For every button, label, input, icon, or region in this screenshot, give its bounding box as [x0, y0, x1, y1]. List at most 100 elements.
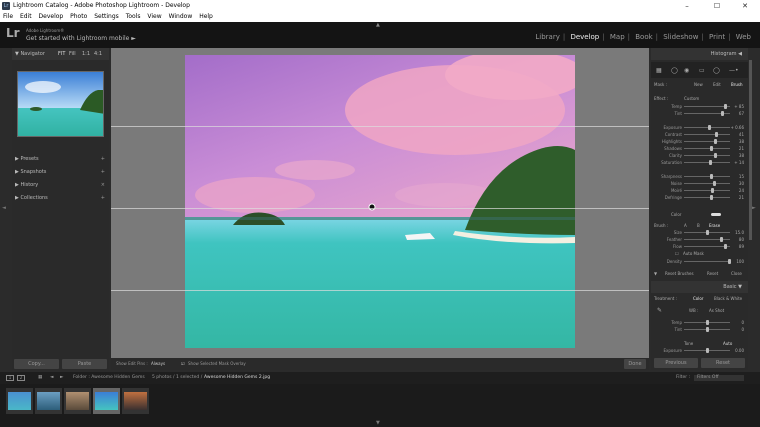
radial-filter-icon[interactable]: ◯: [713, 67, 720, 74]
treatment-color[interactable]: Color: [693, 295, 703, 302]
menu-view[interactable]: View: [147, 13, 161, 20]
effect-slider-value[interactable]: 38: [739, 138, 744, 145]
effect-slider-thumb[interactable]: [710, 174, 713, 179]
menu-edit[interactable]: Edit: [20, 13, 32, 20]
menu-window[interactable]: Window: [169, 13, 193, 20]
close-button-tool[interactable]: Close: [731, 270, 742, 277]
module-map[interactable]: Map: [610, 33, 625, 41]
adjustment-brush-icon[interactable]: —•: [729, 67, 739, 74]
brush-a[interactable]: A: [684, 222, 687, 229]
show-edit-pins-select[interactable]: Always: [151, 358, 165, 370]
maximize-button[interactable]: ☐: [702, 0, 732, 12]
navigator-preview[interactable]: [17, 71, 104, 137]
brush-flow-value[interactable]: 89: [739, 243, 744, 250]
effect-slider-value[interactable]: 30: [739, 180, 744, 187]
module-slideshow[interactable]: Slideshow: [663, 33, 698, 41]
menu-settings[interactable]: Settings: [94, 13, 119, 20]
menu-file[interactable]: File: [3, 13, 13, 20]
effect-slider-thumb[interactable]: [710, 146, 713, 151]
module-book[interactable]: Book: [635, 33, 652, 41]
basic-header[interactable]: Basic ▼: [651, 281, 748, 293]
grid-view-icon[interactable]: ▦: [38, 372, 42, 384]
effect-slider-value[interactable]: 21: [739, 145, 744, 152]
effect-slider-thumb[interactable]: [715, 132, 718, 137]
basic-exposure-track[interactable]: [684, 348, 730, 353]
spot-removal-icon[interactable]: ◯: [671, 67, 678, 74]
basic-tint-value[interactable]: 0: [741, 326, 744, 333]
reset-brushes-button[interactable]: Reset Brushes: [665, 270, 694, 277]
brush-size-track[interactable]: [684, 230, 730, 235]
brush-density-track[interactable]: [684, 259, 731, 264]
effect-slider-value[interactable]: 15: [739, 173, 744, 180]
basic-temp-thumb[interactable]: [706, 320, 709, 325]
view-2-button[interactable]: 2: [17, 375, 25, 381]
reset-all-button[interactable]: Reset: [701, 358, 745, 368]
zoom-fill[interactable]: Fill: [69, 48, 76, 60]
filmstrip-thumb-1[interactable]: [6, 388, 33, 414]
module-develop[interactable]: Develop: [570, 33, 599, 41]
left-collapse-arrow-icon[interactable]: ◄: [2, 205, 6, 211]
mask-edit[interactable]: Edit: [713, 81, 721, 88]
effect-slider-thumb[interactable]: [714, 153, 717, 158]
effect-slider-track[interactable]: [684, 160, 730, 165]
effect-slider-track[interactable]: [684, 111, 730, 116]
effect-slider-thumb[interactable]: [713, 181, 716, 186]
forward-arrow-icon[interactable]: ►: [60, 372, 63, 384]
right-panel-scrollbar[interactable]: [749, 60, 752, 240]
back-arrow-icon[interactable]: ◄: [50, 372, 53, 384]
brush-flow-track[interactable]: [684, 244, 730, 249]
module-web[interactable]: Web: [736, 33, 751, 41]
clear-history-icon[interactable]: ×: [101, 179, 105, 191]
collapse-tool-icon[interactable]: ▼: [654, 270, 657, 277]
zoom-4-1[interactable]: 4:1: [94, 48, 102, 60]
basic-tint-thumb[interactable]: [706, 327, 709, 332]
previous-button[interactable]: Previous: [654, 358, 698, 368]
add-preset-icon[interactable]: +: [101, 153, 105, 165]
effect-slider-value[interactable]: 21: [739, 194, 744, 201]
right-collapse-arrow-icon[interactable]: ►: [752, 205, 756, 211]
history-header[interactable]: ▶ History ×: [12, 179, 109, 191]
effect-slider-track[interactable]: [684, 146, 730, 151]
effect-slider-value[interactable]: 41: [739, 131, 744, 138]
effect-slider-thumb[interactable]: [714, 139, 717, 144]
brush-feather-thumb[interactable]: [720, 237, 723, 242]
effect-slider-value[interactable]: 38: [739, 152, 744, 159]
brush-density-thumb[interactable]: [728, 259, 731, 264]
effect-slider-track[interactable]: [684, 104, 730, 109]
basic-temp-track[interactable]: [684, 320, 730, 325]
mask-overlay-checkbox[interactable]: ☑: [181, 358, 185, 370]
effect-slider-thumb[interactable]: [709, 160, 712, 165]
basic-exposure-value[interactable]: 0.00: [735, 347, 744, 354]
copy-button[interactable]: Copy...: [14, 359, 59, 369]
paste-button[interactable]: Paste: [62, 359, 107, 369]
minimize-button[interactable]: –: [672, 0, 702, 12]
basic-temp-value[interactable]: 0: [741, 319, 744, 326]
brush-density-value[interactable]: 100: [736, 258, 744, 265]
folder-path[interactable]: Folder : Awesome Hidden Gems: [73, 372, 145, 384]
filmstrip-thumb-4-selected[interactable]: [93, 388, 120, 414]
effect-slider-track[interactable]: [684, 125, 730, 130]
effect-slider-thumb[interactable]: [721, 111, 724, 116]
brush-flow-thumb[interactable]: [724, 244, 727, 249]
menu-photo[interactable]: Photo: [70, 13, 87, 20]
brush-feather-value[interactable]: 80: [739, 236, 744, 243]
effect-slider-track[interactable]: [684, 174, 730, 179]
tone-auto-button[interactable]: Auto: [723, 340, 732, 347]
presets-header[interactable]: ▶ Presets +: [12, 153, 109, 165]
brush-b[interactable]: B: [697, 222, 700, 229]
effect-slider-track[interactable]: [684, 139, 730, 144]
effect-slider-value[interactable]: + 85: [734, 103, 744, 110]
graduated-filter-icon[interactable]: ▭: [699, 67, 705, 74]
add-collection-icon[interactable]: +: [101, 192, 105, 204]
histogram-header[interactable]: Histogram ◀: [651, 48, 748, 60]
effect-slider-value[interactable]: 24: [739, 187, 744, 194]
menu-help[interactable]: Help: [199, 13, 213, 20]
effect-slider-thumb[interactable]: [711, 188, 714, 193]
effect-slider-track[interactable]: [684, 181, 730, 186]
effect-slider-thumb[interactable]: [708, 125, 711, 130]
basic-tint-track[interactable]: [684, 327, 730, 332]
brush-size-value[interactable]: 15.0: [735, 229, 744, 236]
filter-select[interactable]: Filters Off: [694, 375, 744, 381]
current-filename[interactable]: Awesome Hidden Gems 2.jpg: [204, 372, 270, 384]
brush-size-thumb[interactable]: [706, 230, 709, 235]
